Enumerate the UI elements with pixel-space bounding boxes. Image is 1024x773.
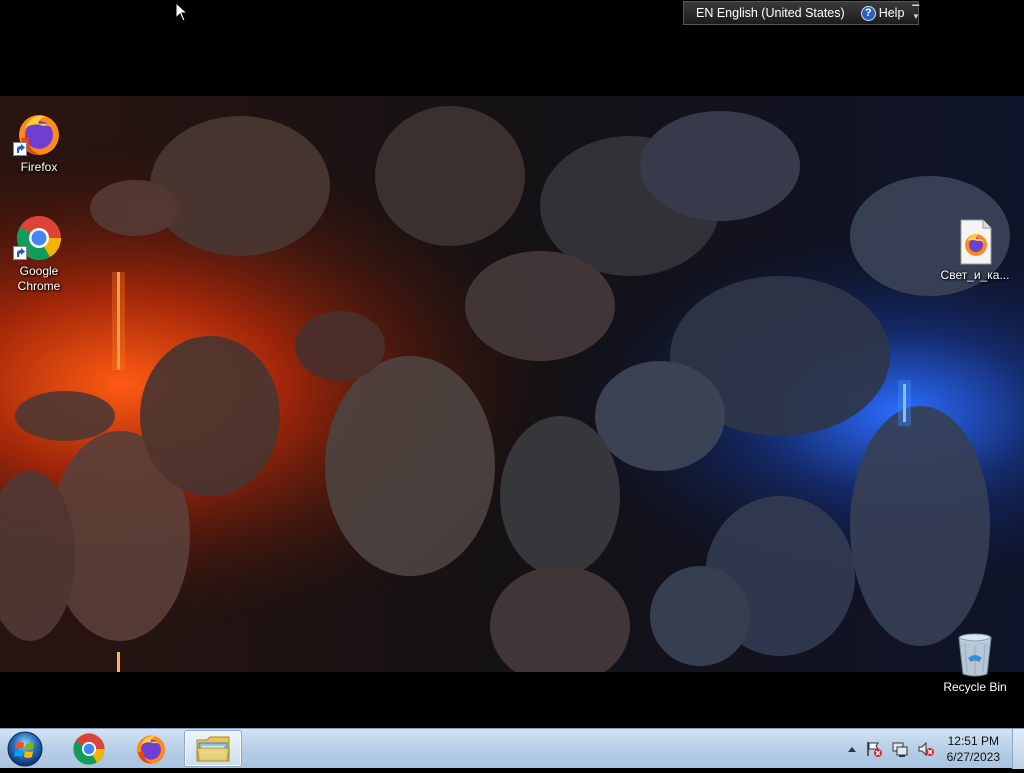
help-label: Help [878, 6, 905, 20]
clock-date: 6/27/2023 [946, 750, 1000, 764]
chevron-up-icon [847, 747, 856, 752]
desktop-wallpaper [0, 96, 1024, 672]
system-tray: 12:51 PM 6/27/2023 [847, 729, 1024, 769]
shortcut-arrow-icon [13, 246, 27, 260]
taskbar: 12:51 PM 6/27/2023 [0, 728, 1024, 769]
action-center-icon[interactable] [865, 740, 883, 758]
volume-muted-icon[interactable] [917, 740, 935, 758]
clock-time: 12:51 PM [947, 734, 999, 748]
show-hidden-icons-button[interactable] [847, 745, 857, 753]
windows-logo-icon [7, 731, 43, 767]
firefox-icon [13, 110, 63, 158]
taskbar-explorer-button[interactable] [184, 730, 242, 767]
firefox-icon [136, 735, 166, 764]
shortcut-arrow-icon [13, 142, 27, 156]
taskbar-firefox-button[interactable] [122, 730, 180, 767]
desktop-icon-recycle-bin[interactable]: Recycle Bin [937, 630, 1013, 695]
taskbar-clock[interactable]: 12:51 PM 6/27/2023 [947, 733, 1000, 765]
chrome-icon [13, 214, 63, 262]
recycle-bin-icon [951, 630, 999, 678]
taskbar-chrome-button[interactable] [60, 730, 118, 767]
desktop-icon-html-file[interactable]: Свет_и_ка... [937, 218, 1013, 283]
chrome-icon [73, 732, 105, 765]
firefox-document-icon [951, 218, 999, 266]
help-icon: ? [860, 5, 876, 21]
mouse-cursor-icon [175, 2, 189, 22]
desktop-icon-google-chrome[interactable]: Google Chrome [1, 214, 77, 294]
desktop[interactable]: EN English (United States) ? Help ▔ ▾ Fir… [0, 0, 1024, 728]
language-selector[interactable]: EN English (United States) [688, 6, 853, 20]
desktop-icon-label: Google Chrome [17, 264, 61, 293]
desktop-icon-firefox[interactable]: Firefox [1, 110, 77, 175]
help-button[interactable]: ? Help [853, 5, 913, 21]
desktop-icon-label: Firefox [20, 160, 58, 174]
show-desktop-button[interactable] [1012, 729, 1024, 769]
desktop-icon-label: Свет_и_ка... [940, 268, 1010, 282]
language-bar: EN English (United States) ? Help ▔ ▾ [683, 1, 919, 25]
start-button[interactable] [5, 730, 45, 768]
folder-icon [196, 736, 230, 761]
network-icon[interactable] [891, 740, 909, 758]
language-bar-options-icon[interactable]: ▔ ▾ [912, 6, 919, 21]
desktop-icon-label: Recycle Bin [943, 680, 1007, 694]
